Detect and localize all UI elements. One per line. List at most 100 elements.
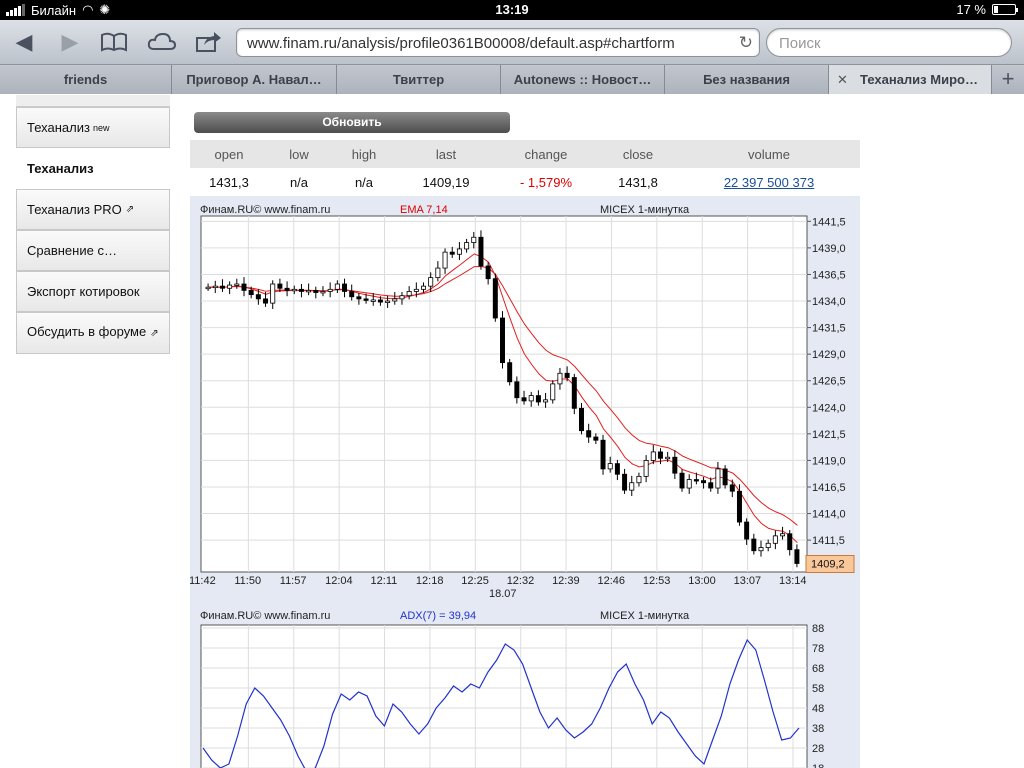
tab-untitled[interactable]: Без названия: [665, 65, 829, 94]
tab-twitter[interactable]: Твиттер: [337, 65, 501, 94]
candle-body: [507, 362, 513, 383]
col-close: close: [622, 146, 654, 162]
candle-body: [421, 285, 427, 290]
candle-body: [306, 289, 312, 293]
col-change: change: [524, 146, 568, 162]
last-price-label: 1409,2: [811, 559, 845, 571]
adx-chart-indicator: ADX(7) = 39,94: [400, 610, 476, 622]
candle-body: [550, 383, 556, 401]
candle-body: [342, 283, 348, 292]
candle-body: [578, 407, 584, 432]
candle-body: [672, 456, 678, 474]
candle-body: [571, 377, 577, 409]
icloud-tabs-icon[interactable]: [144, 27, 180, 57]
candle-body: [557, 372, 563, 385]
price-y-tick-label: 1436,5: [812, 269, 846, 281]
candle-body: [291, 288, 297, 292]
col-open: open: [214, 146, 244, 162]
sidebar-item-export[interactable]: Экспорт котировок: [16, 271, 170, 312]
candle-body: [607, 463, 613, 470]
candle-body: [600, 439, 606, 470]
candle-body: [248, 289, 254, 296]
url-text: www.finam.ru/analysis/profile0361B00008/…: [247, 35, 675, 52]
price-y-axis: 1441,5 1439,0 1436,5 1434,0 1431,5 1429,0 1426…: [807, 216, 846, 547]
price-y-tick-label: 1426,5: [812, 376, 846, 388]
sidebar-item-techanalysis-pro[interactable]: Теханализ PRO ⇗: [16, 189, 170, 230]
sidebar-item-label: Обсудить в форуме ⇗: [27, 324, 159, 340]
candle-body: [736, 490, 742, 523]
candle-body: [219, 285, 225, 289]
tab-autonews[interactable]: Autonews :: Новост…: [501, 65, 665, 94]
candle-body: [377, 299, 383, 303]
tab-techanalysis-label: Теханализ Миро…: [860, 72, 978, 87]
price-x-tick-label: 12:39: [552, 575, 580, 587]
candle-body: [665, 456, 671, 460]
price-y-tick-label: 1429,0: [812, 349, 846, 361]
candle-body: [787, 533, 793, 551]
reload-icon[interactable]: ↻: [739, 33, 753, 53]
adx-y-tick-label: 78: [812, 643, 824, 655]
search-field[interactable]: Поиск: [766, 28, 1012, 57]
price-x-tick-label: 12:32: [507, 575, 535, 587]
candle-body: [406, 291, 412, 297]
price-y-tick-label: 1419,0: [812, 455, 846, 467]
sidebar-item-label: Теханализ PRO: [27, 202, 122, 217]
candle-body: [428, 277, 434, 287]
candle-body: [758, 547, 764, 552]
price-y-tick-label: 1424,0: [812, 402, 846, 414]
price-x-tick-label: 12:53: [643, 575, 671, 587]
candle-body: [614, 463, 620, 475]
battery-icon: [992, 4, 1018, 15]
candle-body: [334, 283, 340, 290]
close-tab-icon[interactable]: ✕: [837, 65, 848, 94]
candle-body: [241, 283, 247, 291]
price-x-axis: 11:42 11:50 11:57 12:04 12:11 12:18 12:25 12:32…: [189, 575, 807, 587]
val-low: n/a: [289, 174, 309, 190]
candle-body: [471, 236, 477, 243]
share-icon[interactable]: [190, 27, 226, 57]
candle-body: [535, 395, 541, 403]
forward-icon[interactable]: ▶: [52, 27, 88, 57]
candle-body: [586, 430, 592, 438]
candle-body: [622, 473, 628, 491]
sidebar-item-forum[interactable]: Обсудить в форуме ⇗: [16, 312, 170, 354]
sidebar-item-compare[interactable]: Сравнение с…: [16, 230, 170, 271]
quote-header-row: open low high last change close volume: [190, 140, 860, 168]
external-link-icon: ⇗: [125, 204, 135, 215]
candle-body: [543, 399, 549, 403]
price-y-tick-label: 1411,5: [812, 535, 845, 547]
sidebar-item-techanalysis-new[interactable]: Теханализ new: [16, 107, 170, 148]
sidebar-item-techanalysis[interactable]: Теханализ: [16, 148, 170, 189]
battery-percent: 17 %: [956, 2, 986, 17]
tab-prigovor[interactable]: Приговор А. Навал…: [172, 65, 337, 94]
adx-y-axis: 88 78 68 58 48 38 28 18: [812, 623, 824, 768]
new-tab-button[interactable]: +: [992, 65, 1024, 94]
quote-table: open low high last change close volume 1…: [190, 140, 860, 196]
charts-svg: Финам.RU© www.finam.ru EMA 7,14 MICEX 1-…: [189, 204, 855, 768]
candle-body: [478, 236, 484, 267]
tab-techanalysis[interactable]: ✕ Теханализ Миро…: [829, 65, 992, 94]
price-x-tick-label: 12:46: [597, 575, 625, 587]
adx-y-tick-label: 18: [812, 763, 824, 768]
tab-friends[interactable]: friends: [0, 65, 172, 94]
candle-body: [521, 397, 527, 402]
candle-body: [298, 288, 304, 292]
price-y-tick-label: 1421,5: [812, 429, 846, 441]
refresh-button[interactable]: Обновить: [194, 112, 510, 133]
price-plot-area[interactable]: [200, 215, 808, 573]
candle-body: [399, 295, 405, 300]
back-icon[interactable]: ◀: [6, 27, 42, 57]
candle-body: [528, 395, 534, 402]
tab-bar: friends Приговор А. Навал… Твиттер Auton…: [0, 65, 1024, 94]
candle-body: [263, 298, 269, 304]
price-x-tick-label: 12:25: [461, 575, 489, 587]
candle-body: [514, 381, 520, 399]
price-y-tick-label: 1439,0: [812, 243, 846, 255]
address-bar[interactable]: www.finam.ru/analysis/profile0361B00008/…: [236, 28, 760, 57]
candle-body: [255, 294, 261, 300]
val-volume-link[interactable]: 22 397 500 373: [678, 175, 860, 190]
bookmarks-icon[interactable]: [96, 27, 132, 57]
candle-body: [442, 251, 448, 269]
candle-body: [500, 317, 505, 364]
candle-body: [363, 298, 369, 301]
